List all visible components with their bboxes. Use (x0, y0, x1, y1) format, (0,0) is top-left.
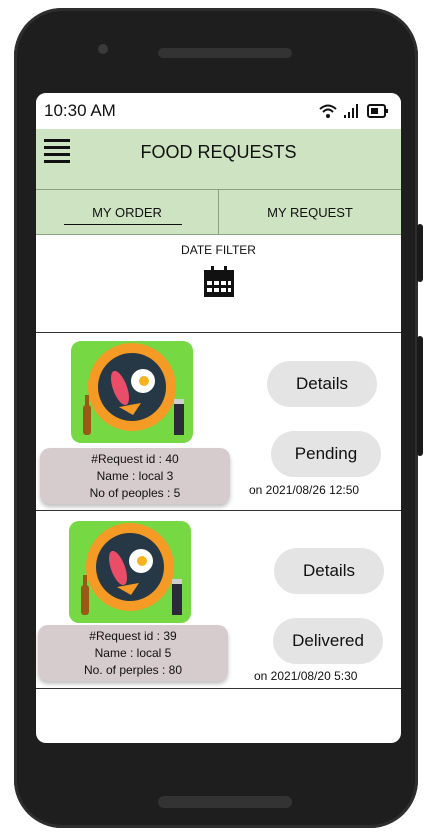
volume-button (417, 224, 423, 282)
details-button[interactable]: Details (267, 361, 377, 407)
status-label: Pending (294, 444, 358, 463)
date-filter: DATE FILTER (36, 235, 401, 333)
request-id: #Request id : 39 (89, 628, 177, 643)
date-filter-label: DATE FILTER (181, 243, 256, 257)
request-info: #Request id : 39 Name : local 5 No. of p… (38, 625, 228, 681)
app-bar: FOOD REQUESTS (36, 129, 401, 190)
tab-bar: MY ORDER MY REQUEST (36, 190, 401, 235)
request-people: No. of perples : 80 (83, 662, 183, 677)
signal-icon (344, 104, 358, 118)
details-label: Details (303, 561, 355, 580)
wifi-icon (319, 104, 337, 118)
calendar-icon[interactable] (202, 265, 236, 299)
status-bar: 10:30 AM (36, 93, 401, 129)
food-image (71, 341, 193, 443)
status-time: 10:30 AM (44, 101, 116, 120)
status-icons (319, 103, 389, 119)
request-name: Name : local 3 (96, 468, 174, 483)
request-card: #Request id : 39 Name : local 5 No. of p… (36, 511, 401, 689)
request-card: #Request id : 40 Name : local 3 No of pe… (36, 333, 401, 511)
food-plate-icon (83, 343, 184, 435)
active-tab-underline (64, 224, 182, 225)
details-button[interactable]: Details (274, 548, 384, 594)
bottom-speaker (158, 796, 292, 808)
request-name: Name : local 5 (94, 645, 172, 660)
battery-icon (367, 104, 388, 118)
camera-dot (98, 44, 108, 54)
request-info: #Request id : 40 Name : local 3 No of pe… (40, 448, 230, 504)
tab-my-order[interactable]: MY ORDER (36, 190, 218, 234)
tab-my-request[interactable]: MY REQUEST (218, 190, 401, 234)
request-date: on 2021/08/26 12:50 (249, 483, 360, 497)
tab-label: MY ORDER (92, 204, 162, 220)
page-title: FOOD REQUESTS (140, 142, 297, 162)
request-id: #Request id : 40 (91, 451, 179, 466)
earpiece-speaker (158, 48, 292, 58)
tab-label: MY REQUEST (267, 204, 353, 220)
details-label: Details (296, 374, 348, 393)
food-plate-icon (81, 523, 182, 615)
status-badge[interactable]: Delivered (273, 618, 383, 664)
status-badge[interactable]: Pending (271, 431, 381, 477)
request-people: No of peoples : 5 (89, 485, 181, 500)
status-label: Delivered (292, 631, 364, 650)
power-button (417, 336, 423, 456)
request-date: on 2021/08/20 5:30 (254, 669, 358, 683)
screen: 10:30 AM FOOD REQUESTS MY ORDER MY REQUE… (36, 93, 401, 743)
food-image (69, 521, 191, 623)
